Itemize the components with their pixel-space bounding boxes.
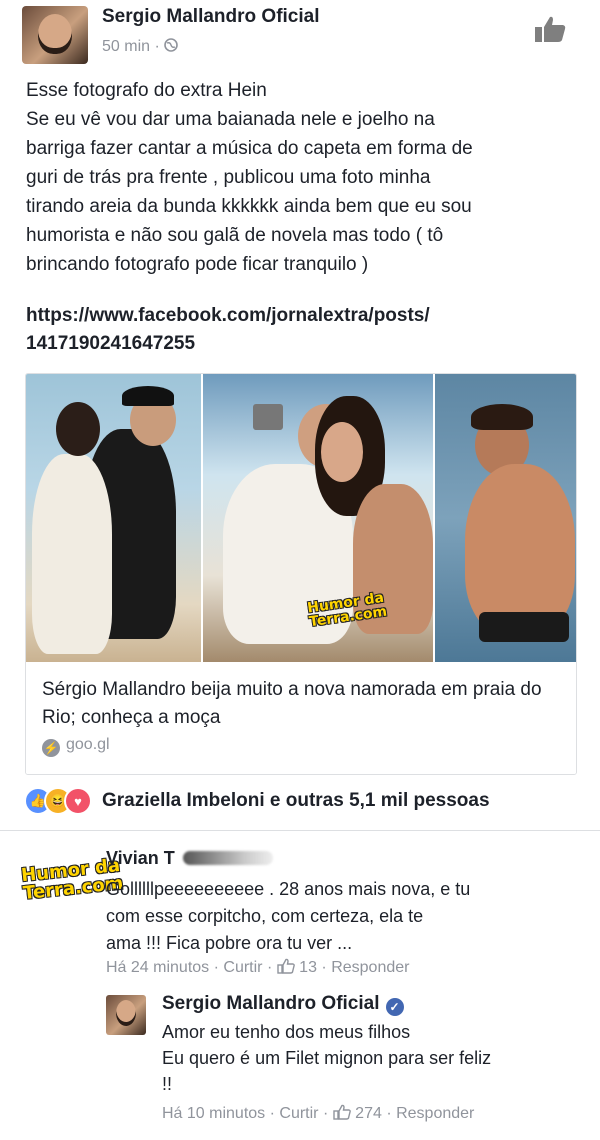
reply-like-count[interactable]: 274	[355, 1105, 382, 1122]
separator-dot: ·	[265, 1105, 280, 1122]
thumbs-up-icon[interactable]	[533, 14, 567, 44]
post-text-line: brincando fotografo pode ficar tranquilo…	[26, 254, 369, 275]
link-domain-text: goo.gl	[66, 736, 110, 753]
post-author-name[interactable]: Sergio Mallandro Oficial	[102, 6, 320, 28]
reply-text-line: Eu quero é um Filet mignon para ser feli…	[162, 1048, 492, 1068]
reply-time[interactable]: Há 10 minutos	[162, 1105, 265, 1122]
verified-badge-icon: ✓	[385, 998, 404, 1016]
post-text-line: barriga fazer cantar a música do capeta …	[26, 138, 473, 159]
divider	[0, 830, 600, 831]
reply-text-line: !!	[162, 1074, 173, 1094]
redacted-surname	[182, 851, 273, 865]
photo-man-beach	[435, 374, 576, 662]
reply-author[interactable]: Sergio Mallandro Oficial ✓	[162, 993, 404, 1016]
reply-reply-button[interactable]: Responder	[396, 1105, 474, 1122]
love-reaction-icon: ♥	[64, 787, 92, 815]
link-preview-title[interactable]: Sérgio Mallandro beija muito a nova namo…	[42, 676, 562, 732]
reply-text: Amor eu tenho dos meus filhos Eu quero é…	[162, 1019, 582, 1097]
comment-text-line: ama !!! Fica pobre ora tu ver ...	[106, 933, 353, 953]
post-meta: 50 min ·	[102, 38, 179, 56]
comment-text: Gollllllpeeeeeeeeee . 28 anos mais nova,…	[106, 876, 576, 957]
link-icon: ⚡	[42, 739, 60, 757]
comment-text-line: com esse corpitcho, com certeza, ela te	[106, 906, 424, 926]
post-link-line[interactable]: 1417190241647255	[26, 330, 430, 358]
separator-dot: ·	[381, 1105, 397, 1122]
link-preview-card[interactable]: Humor da Terra.com Sérgio Mallandro beij…	[25, 373, 577, 775]
comment-text-line: Gollllllpeeeeeeeeee . 28 anos mais nova,…	[106, 879, 471, 899]
comment-author[interactable]: Vivian T	[106, 848, 273, 869]
reactions-text[interactable]: Graziella Imbeloni e outras 5,1 mil pess…	[102, 790, 490, 812]
post-time[interactable]: 50 min	[102, 38, 150, 55]
post-link[interactable]: https://www.facebook.com/jornalextra/pos…	[26, 302, 430, 358]
globe-icon	[164, 38, 179, 52]
comment-time[interactable]: Há 24 minutos	[106, 959, 209, 976]
comment-avatar[interactable]: Humor da Terra.com	[20, 852, 124, 922]
link-preview-domain: ⚡ goo.gl	[42, 736, 110, 757]
post-text-line: Se eu vê vou dar uma baianada nele e joe…	[26, 109, 435, 130]
separator-dot: ·	[318, 1105, 333, 1122]
comment-actions: Há 24 minutos · Curtir · 13 · Responder	[106, 958, 409, 977]
separator-dot: ·	[154, 38, 165, 55]
separator-dot: ·	[316, 959, 332, 976]
post-text: Esse fotografo do extra Hein Se eu vê vo…	[26, 76, 576, 279]
reply-like-button[interactable]: Curtir	[279, 1105, 318, 1122]
post-header: Sergio Mallandro Oficial 50 min ·	[0, 0, 600, 70]
thumbs-up-icon	[333, 1104, 351, 1120]
comment-like-count[interactable]: 13	[299, 959, 317, 976]
separator-dot: ·	[209, 959, 224, 976]
separator-dot: ·	[262, 959, 277, 976]
comment-author-name[interactable]: Vivian T	[106, 848, 175, 868]
reactions-summary[interactable]: 👍 😆 ♥ Graziella Imbeloni e outras 5,1 mi…	[24, 786, 490, 816]
link-preview-caption[interactable]: Sérgio Mallandro beija muito a nova namo…	[26, 662, 576, 774]
comment-reply-button[interactable]: Responder	[331, 959, 409, 976]
post-text-line: guri de trás pra frente , publicou uma f…	[26, 167, 431, 188]
post-text-line: Esse fotografo do extra Hein	[26, 80, 267, 101]
post-text-line: tirando areia da bunda kkkkkk ainda bem …	[26, 196, 472, 217]
comment-like-button[interactable]: Curtir	[223, 959, 262, 976]
reply-avatar[interactable]	[106, 995, 146, 1035]
post-link-line[interactable]: https://www.facebook.com/jornalextra/pos…	[26, 302, 430, 330]
reply-author-name[interactable]: Sergio Mallandro Oficial	[162, 993, 380, 1014]
thumbs-up-icon	[277, 958, 295, 974]
post-text-line: humorista e não sou galã de novela mas t…	[26, 225, 444, 246]
reply-actions: Há 10 minutos · Curtir · 274 · Responder	[162, 1104, 474, 1123]
reply-text-line: Amor eu tenho dos meus filhos	[162, 1022, 411, 1042]
photo-couple-kissing	[26, 374, 201, 662]
link-preview-image[interactable]: Humor da Terra.com	[26, 374, 576, 662]
author-avatar[interactable]	[22, 6, 88, 64]
